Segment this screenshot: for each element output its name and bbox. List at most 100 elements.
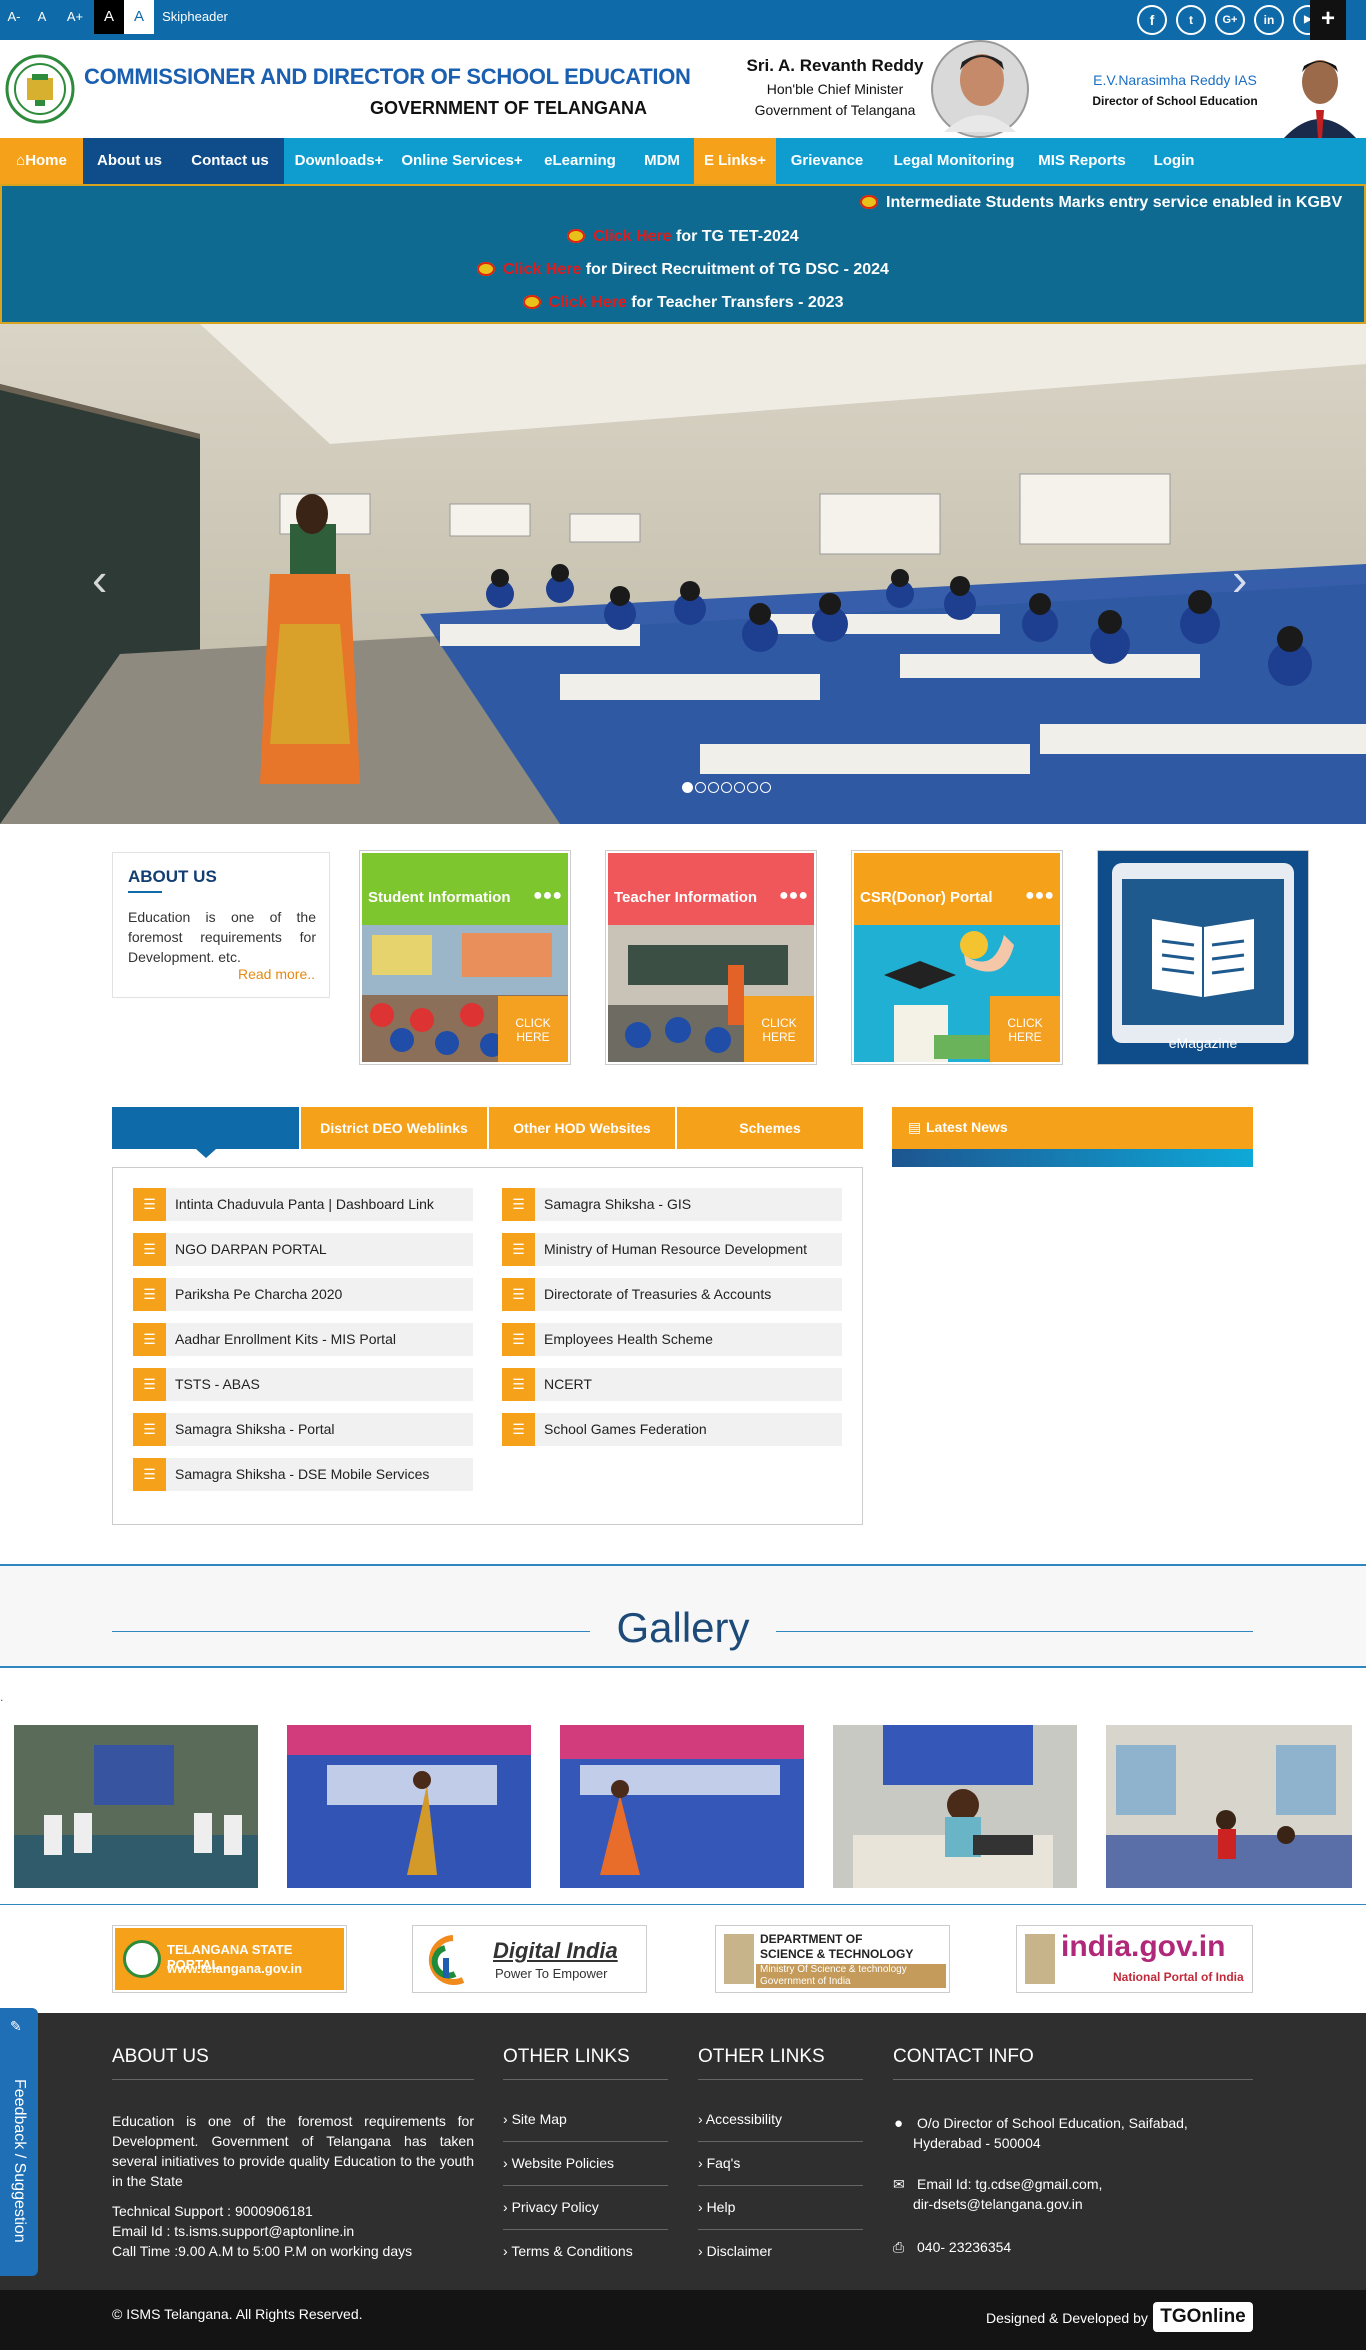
feedback-suggestion-tab[interactable]: ✎ Feedback / Suggestion (0, 2008, 38, 2276)
student-information-tile[interactable]: Student Information ●●● CLICK HERE (359, 850, 571, 1065)
accessibility-toggle-button[interactable]: + (1310, 0, 1346, 40)
important-link-item[interactable]: ☰ Samagra Shiksha - DSE Mobile Services (133, 1458, 473, 1491)
important-link-item[interactable]: ☰ NCERT (502, 1368, 842, 1401)
slider-dot[interactable] (760, 782, 771, 793)
gallery-image-4[interactable] (833, 1725, 1077, 1888)
nav-home[interactable]: ⌂Home (0, 138, 83, 184)
teacher-information-tile[interactable]: Teacher Information ●●● CLICK HERE (605, 850, 817, 1065)
slider-dot[interactable] (734, 782, 745, 793)
important-link-item[interactable]: ☰ TSTS - ABAS (133, 1368, 473, 1401)
slider-dot[interactable] (721, 782, 732, 793)
tet-text: for TG TET-2024 (671, 228, 799, 245)
facebook-icon[interactable]: f (1137, 5, 1167, 35)
slider-dot[interactable] (682, 782, 693, 793)
nav-e-links[interactable]: E Links+ (694, 138, 776, 184)
important-link-item[interactable]: ☰ Directorate of Treasuries & Accounts (502, 1278, 842, 1311)
slider-dot[interactable] (747, 782, 758, 793)
copyright-text: © ISMS Telangana. All Rights Reserved. (112, 2306, 363, 2322)
nav-grievance[interactable]: Grievance (776, 138, 878, 184)
important-link-item[interactable]: ☰ Samagra Shiksha - Portal (133, 1413, 473, 1446)
list-icon: ☰ (133, 1368, 166, 1401)
india-gov-logo[interactable]: india.gov.in National Portal of India (1016, 1925, 1253, 1993)
nav-legal-monitoring[interactable]: Legal Monitoring (878, 138, 1030, 184)
linkedin-icon[interactable]: in (1254, 5, 1284, 35)
telangana-state-portal-logo[interactable]: TELANGANA STATE PORTAL www.telangana.gov… (112, 1925, 347, 1993)
footer-link[interactable]: › Privacy Policy (503, 2199, 599, 2215)
scrolling-announcement[interactable]: Intermediate Students Marks entry servic… (860, 194, 1342, 212)
important-link-item[interactable]: ☰ Pariksha Pe Charcha 2020 (133, 1278, 473, 1311)
nav-online-services[interactable]: Online Services+ (394, 138, 530, 184)
ticker-line-tet: Click Here for TG TET-2024 (2, 228, 1364, 246)
nav-login[interactable]: Login (1134, 138, 1214, 184)
csr-donor-portal-tile[interactable]: CSR(Donor) Portal ●●● CLICK HERE (851, 850, 1063, 1065)
slider-next-button[interactable]: › (1232, 552, 1247, 606)
about-us-box: ABOUT US Education is one of the foremos… (112, 852, 330, 998)
gallery-image-1[interactable] (14, 1725, 258, 1888)
nav-downloads[interactable]: Downloads+ (284, 138, 394, 184)
important-link-item[interactable]: ☰ Ministry of Human Resource Development (502, 1233, 842, 1266)
slider-prev-button[interactable]: ‹ (92, 552, 107, 606)
important-link-item[interactable]: ☰ School Games Federation (502, 1413, 842, 1446)
tgonline-logo[interactable]: TGOnline (1153, 2302, 1253, 2332)
important-link-item[interactable]: ☰ Samagra Shiksha - GIS (502, 1188, 842, 1221)
gallery-image-3[interactable] (560, 1725, 804, 1888)
site-subtitle: GOVERNMENT OF TELANGANA (370, 98, 647, 118)
teacher-click-here[interactable]: CLICK HERE (744, 996, 814, 1062)
footer-phone: 040- 23236354 (917, 2239, 1012, 2255)
slider-dot[interactable] (695, 782, 706, 793)
student-click-here[interactable]: CLICK HERE (498, 996, 568, 1062)
tet-click-here-link[interactable]: Click Here (593, 228, 671, 245)
footer-link[interactable]: › Disclaimer (698, 2243, 772, 2259)
slider-dot[interactable] (708, 782, 719, 793)
footer-link[interactable]: › Website Policies (503, 2155, 614, 2171)
csr-click-here[interactable]: CLICK HERE (990, 996, 1060, 1062)
new-badge-icon (477, 262, 496, 276)
tab-schemes[interactable]: Schemes (677, 1107, 863, 1149)
font-normal-button[interactable]: A (30, 0, 54, 34)
dsc-click-here-link[interactable]: Click Here (503, 261, 581, 278)
footer-link[interactable]: › Faq's (698, 2155, 740, 2171)
nav-contact-us[interactable]: Contact us (176, 138, 284, 184)
dst-logo[interactable]: DEPARTMENT OF SCIENCE & TECHNOLOGY Minis… (715, 1925, 950, 1993)
list-icon: ☰ (502, 1233, 535, 1266)
twitter-icon[interactable]: t (1176, 5, 1206, 35)
font-decrease-button[interactable]: A- (2, 0, 26, 34)
site-title: COMMISSIONER AND DIRECTOR OF SCHOOL EDUC… (84, 64, 691, 89)
important-link-item[interactable]: ☰ Intinta Chaduvula Panta | Dashboard Lin… (133, 1188, 473, 1221)
location-icon: ● (894, 2115, 904, 2132)
director-photo (1278, 48, 1362, 138)
tab-district-deo-weblinks[interactable]: District DEO Weblinks (301, 1107, 487, 1149)
contrast-light-button[interactable]: A (124, 0, 154, 34)
footer-link-label: Privacy Policy (511, 2199, 599, 2215)
transfers-click-here-link[interactable]: Click Here (549, 294, 627, 311)
telangana-emblem-logo[interactable] (5, 54, 75, 124)
footer-link-label: Terms & Conditions (511, 2243, 633, 2259)
important-link-item[interactable]: ☰ Employees Health Scheme (502, 1323, 842, 1356)
gallery-image-2[interactable] (287, 1725, 531, 1888)
font-increase-button[interactable]: A+ (62, 0, 88, 34)
footer-link[interactable]: › Site Map (503, 2111, 567, 2127)
footer-support-email: Email Id : ts.isms.support@aptonline.in (112, 2223, 355, 2239)
nav-about-us[interactable]: About us (83, 138, 176, 184)
nav-elearning[interactable]: eLearning (530, 138, 630, 184)
gallery-image-5[interactable] (1106, 1725, 1352, 1888)
skip-header-link[interactable]: Skipheader (160, 0, 230, 34)
list-icon: ☰ (133, 1278, 166, 1311)
nav-mdm[interactable]: MDM (630, 138, 694, 184)
tab-important-links[interactable]: Important Links (112, 1107, 299, 1149)
important-link-item[interactable]: ☰ NGO DARPAN PORTAL (133, 1233, 473, 1266)
footer-link[interactable]: › Terms & Conditions (503, 2243, 633, 2259)
footer-link[interactable]: › Accessibility (698, 2111, 782, 2127)
about-read-more-link[interactable]: Read more.. (238, 966, 315, 982)
footer-link-divider (503, 2229, 668, 2230)
tab-other-hod-websites[interactable]: Other HOD Websites (489, 1107, 675, 1149)
important-link-label: NCERT (544, 1376, 592, 1392)
feedback-icon: ✎ (10, 2018, 22, 2034)
contrast-dark-button[interactable]: A (94, 0, 124, 34)
digital-india-logo[interactable]: Digital India Power To Empower (412, 1925, 647, 1993)
important-link-item[interactable]: ☰ Aadhar Enrollment Kits - MIS Portal (133, 1323, 473, 1356)
google-plus-icon[interactable]: G+ (1215, 5, 1245, 35)
nav-mis-reports[interactable]: MIS Reports (1030, 138, 1134, 184)
emagazine-tile[interactable]: eMagazine (1097, 850, 1309, 1065)
footer-link[interactable]: › Help (698, 2199, 735, 2215)
